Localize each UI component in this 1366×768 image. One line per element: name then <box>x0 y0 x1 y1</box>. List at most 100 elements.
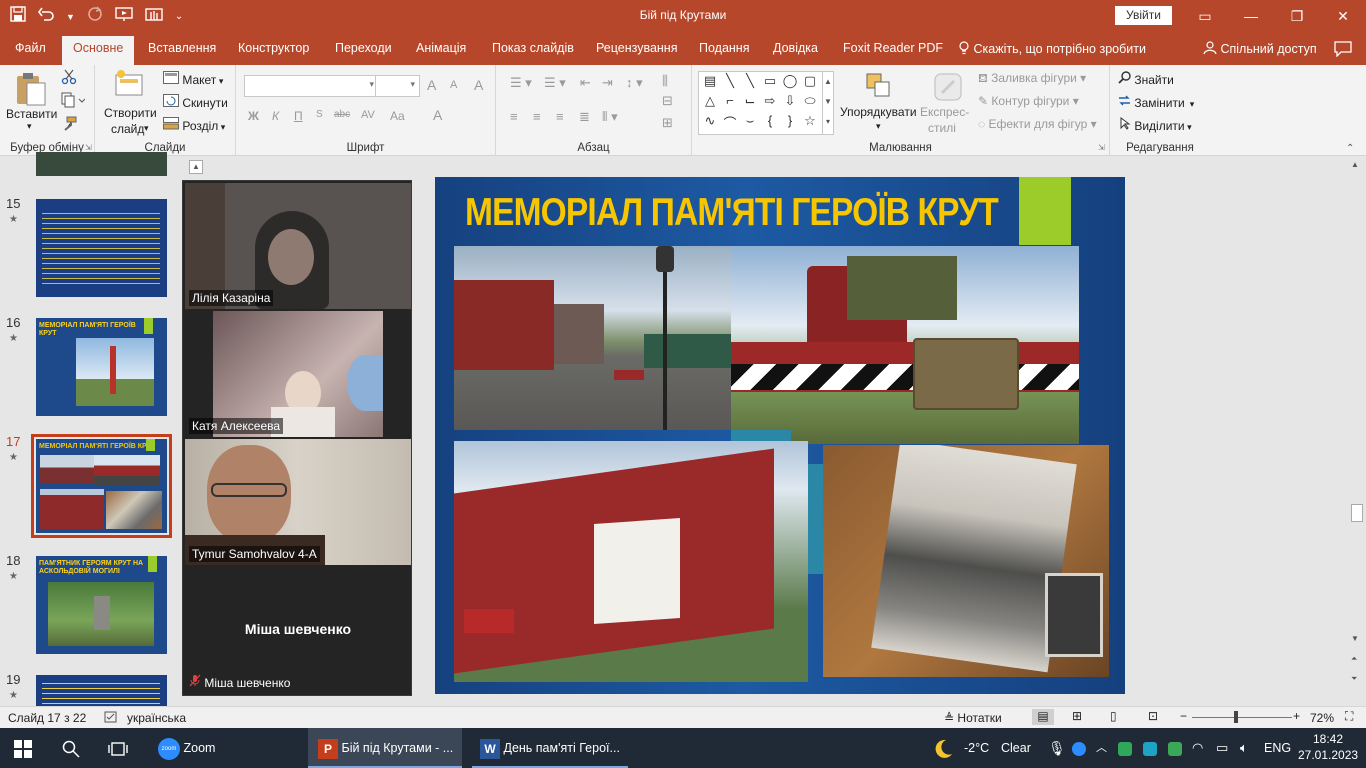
align-left-icon[interactable]: ≡ <box>510 109 518 124</box>
tray-app-icon-3[interactable] <box>1168 728 1182 768</box>
tab-review[interactable]: Рецензування <box>596 41 677 55</box>
next-slide-icon[interactable]: ⏷ <box>1351 674 1357 684</box>
clipboard-launcher-icon[interactable]: ⇲ <box>85 143 92 152</box>
quick-styles-label-2[interactable]: стилі <box>928 121 956 135</box>
arrange-icon[interactable] <box>864 71 894 104</box>
scroll-down-icon[interactable]: ▼ <box>1351 634 1359 643</box>
arc-shape-icon[interactable]: ⌒ <box>721 113 739 132</box>
replace-button[interactable]: Замінити ▾ <box>1118 94 1194 110</box>
new-slide-label-1[interactable]: Створити <box>104 106 157 120</box>
font-color-icon[interactable]: A <box>433 107 442 123</box>
shrink-font-icon[interactable]: A <box>450 79 457 91</box>
bold-icon[interactable]: Ж <box>248 109 259 123</box>
shape-fill-button[interactable]: ⛾ Заливка фігури ▾ <box>978 71 1086 87</box>
collapse-ribbon-icon[interactable]: ⌃ <box>1346 143 1354 154</box>
tab-file[interactable]: Файл <box>15 41 46 55</box>
drawing-launcher-icon[interactable]: ⇲ <box>1098 143 1105 152</box>
decrease-indent-icon[interactable]: ⇤ <box>580 75 591 91</box>
quick-styles-icon[interactable] <box>932 71 966 106</box>
task-view-icon[interactable] <box>108 728 128 768</box>
numbering-icon[interactable]: ☰ ▾ <box>544 75 566 91</box>
taskbar-app-zoom[interactable]: zoom Zoom <box>152 728 304 768</box>
slide-thumb-14[interactable] <box>36 152 167 176</box>
textbox-shape-icon[interactable]: ▤ <box>701 73 719 89</box>
line-shape-icon-2[interactable]: ╲ <box>741 73 759 89</box>
fit-slide-icon[interactable]: ⛶ <box>1345 709 1353 724</box>
shapes-gallery[interactable]: ▤ ╲ ╲ ▭ ◯ ▢ △ ⌐ ⌙ ⇨ ⇩ ⬭ ∿ ⌒ ⌣ { } ☆ <box>698 71 826 135</box>
justify-icon[interactable]: ≣ <box>579 109 590 125</box>
photo-railway-platform[interactable] <box>454 246 732 430</box>
triangle-shape-icon[interactable]: △ <box>701 93 719 109</box>
bullets-icon[interactable]: ☰ ▾ <box>510 75 532 91</box>
zoom-slider-thumb[interactable] <box>1234 711 1239 723</box>
line-spacing-icon[interactable]: ↕ ▾ <box>626 75 643 91</box>
right-arrow-shape-icon[interactable]: ⇨ <box>761 93 779 109</box>
align-right-icon[interactable]: ≡ <box>556 109 564 124</box>
clock[interactable]: 18:42 27.01.2023 <box>1298 731 1358 763</box>
right-brace-icon[interactable]: } <box>781 113 799 128</box>
scroll-up-icon[interactable]: ▲ <box>1351 160 1359 169</box>
paste-icon[interactable] <box>14 71 48 110</box>
reset-button[interactable]: Скинути <box>163 94 228 110</box>
zoom-slider-track[interactable] <box>1192 711 1292 723</box>
shape-outline-button[interactable]: ✎ Контур фігури ▾ <box>978 94 1079 108</box>
format-painter-icon[interactable] <box>61 116 77 135</box>
italic-icon[interactable]: К <box>272 109 279 123</box>
smartart-icon[interactable]: ⊞ <box>662 115 673 131</box>
increase-indent-icon[interactable]: ⇥ <box>602 75 613 91</box>
shape-effects-button[interactable]: ◌ Ефекти для фігур ▾ <box>978 117 1097 131</box>
arrange-dropdown-icon[interactable]: ▾ <box>876 121 881 132</box>
input-language[interactable]: ENG <box>1264 728 1291 768</box>
taskbar-app-powerpoint[interactable]: P Бій під Крутами - ... <box>308 728 462 768</box>
tab-insert[interactable]: Вставлення <box>148 41 216 55</box>
scroll-thumb[interactable] <box>1351 504 1363 522</box>
video-tile-3-active-speaker[interactable]: Tymur Samohvalov 4-А <box>185 439 411 565</box>
share-button[interactable]: Спільний доступ <box>1203 41 1317 56</box>
text-direction-icon[interactable]: ⫼ <box>662 73 668 89</box>
tab-animations[interactable]: Анімація <box>416 41 466 55</box>
spellcheck-icon[interactable] <box>104 710 118 727</box>
curve-shape-icon[interactable]: ∿ <box>701 113 719 129</box>
microphone-icon[interactable]: 🎙︎ <box>1048 728 1066 768</box>
font-name-combo[interactable]: ▾ <box>244 75 379 97</box>
slide-thumb-19[interactable] <box>36 675 167 706</box>
grow-font-icon[interactable]: A <box>427 77 436 93</box>
show-hidden-icons[interactable]: ︿ <box>1096 728 1107 768</box>
volume-icon[interactable]: 🔈︎ <box>1240 728 1248 768</box>
star-shape-icon[interactable]: ☆ <box>801 113 819 129</box>
slide-scrollbar[interactable]: ▲ ▼ ⏶ ⏷ <box>1349 158 1366 706</box>
new-slide-icon[interactable] <box>114 69 144 102</box>
elbow-connector-icon[interactable]: ⌐ <box>721 93 739 108</box>
tell-me-search[interactable]: Скажіть, що потрібно зробити <box>958 41 1146 56</box>
normal-view-icon[interactable]: ▤ <box>1032 709 1054 725</box>
video-tile-4-camera-off[interactable]: Міша шевченко Міша шевченко <box>185 567 411 693</box>
zoom-level[interactable]: 72% <box>1310 711 1334 725</box>
language-indicator[interactable]: українська <box>127 711 186 725</box>
close-icon[interactable]: ✕ <box>1320 0 1366 32</box>
slide-sorter-icon[interactable]: ⊞ <box>1072 709 1082 723</box>
line-shape-icon[interactable]: ╲ <box>721 73 739 89</box>
ribbon-display-options-icon[interactable]: ▭ <box>1182 0 1228 32</box>
tab-view[interactable]: Подання <box>699 41 749 55</box>
zoom-tray-icon[interactable] <box>1072 728 1086 768</box>
photo-historic-print[interactable] <box>823 445 1109 677</box>
flowchart-shape-icon[interactable]: ⬭ <box>801 93 819 109</box>
taskbar-app-word[interactable]: W День пам'яті Герої... <box>472 728 628 768</box>
down-arrow-shape-icon[interactable]: ⇩ <box>781 93 799 109</box>
reading-view-icon[interactable]: ▯ <box>1110 709 1117 723</box>
slide-thumb-18[interactable]: ПАМ'ЯТНИК ГЕРОЯМ КРУТ НА АСКОЛЬДОВІЙ МОГ… <box>36 556 167 654</box>
comments-icon[interactable] <box>1334 41 1352 60</box>
elbow-connector-icon-2[interactable]: ⌙ <box>741 93 759 109</box>
curved-connector-icon[interactable]: ⌣ <box>741 113 759 129</box>
char-spacing-icon[interactable]: AV <box>361 109 375 121</box>
slide-title[interactable]: МЕМОРІАЛ ПАМ'ЯТІ ГЕРОЇВ КРУТ <box>465 191 999 235</box>
photo-cannon-platform[interactable] <box>731 246 1079 444</box>
notes-button[interactable]: ≜ Нотатки <box>944 711 1002 725</box>
slide-thumb-15[interactable] <box>36 199 167 297</box>
slideshow-view-icon[interactable]: ⊡ <box>1148 709 1158 723</box>
tray-app-icon[interactable] <box>1118 728 1132 768</box>
scroll-up-icon[interactable]: ▲ <box>189 160 203 174</box>
tab-design[interactable]: Конструктор <box>238 41 309 55</box>
tab-help[interactable]: Довідка <box>773 41 818 55</box>
font-size-combo[interactable]: ▾ <box>375 75 420 97</box>
